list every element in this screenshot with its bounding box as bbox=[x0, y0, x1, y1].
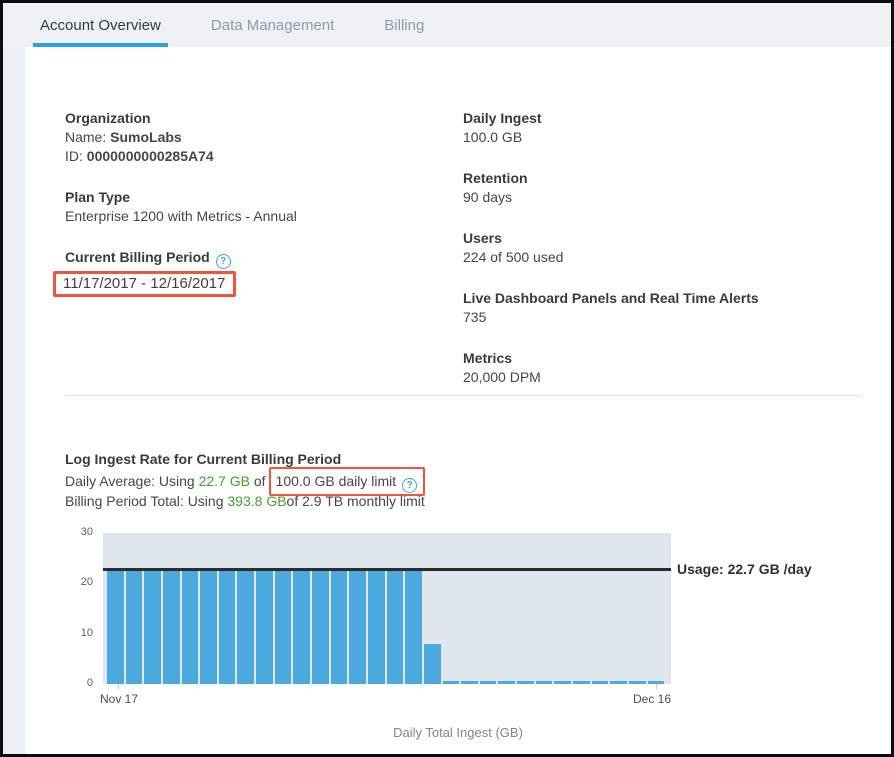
bar-nov-18 bbox=[126, 571, 143, 684]
stat-value: 100.0 GB bbox=[463, 128, 873, 147]
billing-period-heading: Current Billing Period? bbox=[65, 248, 435, 269]
stat-daily-ingest: Daily Ingest 100.0 GB bbox=[463, 109, 873, 147]
chart-axis-title: Daily Total Ingest (GB) bbox=[25, 725, 891, 740]
bar-nov-25 bbox=[256, 571, 273, 684]
bar-nov-28 bbox=[312, 571, 329, 684]
stat-heading: Retention bbox=[463, 169, 873, 188]
stat-users: Users 224 of 500 used bbox=[463, 229, 873, 267]
billing-period-value-highlighted: 11/17/2017 - 12/16/2017 bbox=[53, 271, 236, 297]
billing-total-line: Billing Period Total: Using 393.8 GBof 2… bbox=[65, 493, 425, 509]
help-icon[interactable]: ? bbox=[402, 478, 417, 493]
billing-period-block: Current Billing Period? 11/17/2017 - 12/… bbox=[65, 248, 435, 297]
org-id-value: 0000000000285A74 bbox=[87, 148, 214, 164]
bar-nov-29 bbox=[331, 571, 348, 684]
bar-dec-3 bbox=[405, 571, 422, 684]
org-name-value: SumoLabs bbox=[110, 129, 182, 145]
chart-bars bbox=[107, 533, 664, 684]
billing-total-used: 393.8 GB bbox=[227, 493, 286, 509]
tab-billing[interactable]: Billing bbox=[377, 3, 431, 47]
stat-value: 20,000 DPM bbox=[463, 368, 873, 387]
billing-period-heading-text: Current Billing Period bbox=[65, 249, 210, 265]
bar-dec-6 bbox=[461, 681, 478, 684]
bar-dec-14 bbox=[610, 681, 627, 684]
y-axis-tick-30: 30 bbox=[59, 526, 93, 538]
section-divider bbox=[65, 395, 861, 396]
content-card: Organization Name: SumoLabs ID: 00000000… bbox=[25, 47, 891, 754]
plan-type-value: Enterprise 1200 with Metrics - Annual bbox=[65, 207, 435, 226]
bar-dec-4 bbox=[424, 644, 441, 684]
daily-average-prefix: Daily Average: Using bbox=[65, 473, 199, 489]
y-axis-tick-0: 0 bbox=[59, 677, 93, 689]
bar-dec-10 bbox=[536, 681, 553, 684]
usage-line-label: Usage: 22.7 GB /day bbox=[677, 561, 812, 577]
account-info-column: Organization Name: SumoLabs ID: 00000000… bbox=[65, 109, 435, 319]
billing-total-suffix: of 2.9 TB monthly limit bbox=[287, 493, 425, 509]
plan-type-heading: Plan Type bbox=[65, 188, 435, 207]
bar-dec-11 bbox=[554, 681, 571, 684]
stat-retention: Retention 90 days bbox=[463, 169, 873, 207]
organization-heading: Organization bbox=[65, 109, 435, 128]
organization-block: Organization Name: SumoLabs ID: 00000000… bbox=[65, 109, 435, 166]
daily-limit-highlighted: 100.0 GB daily limit? bbox=[269, 467, 426, 496]
bar-nov-19 bbox=[144, 571, 161, 684]
bar-dec-1 bbox=[368, 571, 385, 684]
stat-metrics: Metrics 20,000 DPM bbox=[463, 349, 873, 387]
usage-stats-column: Daily Ingest 100.0 GB Retention 90 days … bbox=[463, 109, 873, 409]
y-axis-tick-10: 10 bbox=[59, 627, 93, 639]
daily-average-line: Daily Average: Using 22.7 GB of100.0 GB … bbox=[65, 467, 425, 496]
stat-heading: Daily Ingest bbox=[463, 109, 873, 128]
stat-heading: Users bbox=[463, 229, 873, 248]
bar-nov-26 bbox=[275, 571, 292, 684]
bar-nov-24 bbox=[237, 571, 254, 684]
usage-threshold-line bbox=[103, 568, 671, 571]
bar-nov-22 bbox=[200, 571, 217, 684]
bar-dec-13 bbox=[592, 681, 609, 684]
x-axis-tick-mark bbox=[118, 684, 119, 689]
stat-heading: Live Dashboard Panels and Real Time Aler… bbox=[463, 289, 873, 308]
bar-nov-30 bbox=[349, 571, 366, 684]
daily-average-used: 22.7 GB bbox=[199, 473, 250, 489]
x-axis-tick-mark bbox=[656, 684, 657, 689]
x-axis-label-end: Dec 16 bbox=[633, 692, 671, 706]
bar-nov-27 bbox=[293, 571, 310, 684]
bar-nov-21 bbox=[182, 571, 199, 684]
daily-average-connector: of bbox=[250, 473, 266, 489]
bar-nov-20 bbox=[163, 571, 180, 684]
stat-value: 735 bbox=[463, 308, 873, 327]
bar-dec-8 bbox=[498, 681, 515, 684]
stat-value: 224 of 500 used bbox=[463, 248, 873, 267]
bar-dec-15 bbox=[629, 681, 646, 684]
account-overview-page: Account Overview Data Management Billing… bbox=[0, 0, 894, 757]
tab-data-management[interactable]: Data Management bbox=[204, 3, 341, 47]
organization-name: Name: SumoLabs bbox=[65, 128, 435, 147]
bar-dec-9 bbox=[517, 681, 534, 684]
org-name-label: Name: bbox=[65, 129, 110, 145]
stat-live-dashboards: Live Dashboard Panels and Real Time Aler… bbox=[463, 289, 873, 327]
stat-heading: Metrics bbox=[463, 349, 873, 368]
help-icon[interactable]: ? bbox=[216, 254, 231, 269]
x-axis-label-start: Nov 17 bbox=[100, 692, 138, 706]
bar-dec-12 bbox=[573, 681, 590, 684]
tab-account-overview[interactable]: Account Overview bbox=[33, 3, 168, 47]
daily-limit-text: 100.0 GB daily limit bbox=[276, 473, 397, 489]
tab-bar: Account Overview Data Management Billing bbox=[3, 3, 891, 47]
billing-total-prefix: Billing Period Total: Using bbox=[65, 493, 227, 509]
stat-value: 90 days bbox=[463, 188, 873, 207]
plan-type-block: Plan Type Enterprise 1200 with Metrics -… bbox=[65, 188, 435, 226]
bar-dec-5 bbox=[443, 681, 460, 684]
bar-dec-2 bbox=[387, 571, 404, 684]
organization-id: ID: 0000000000285A74 bbox=[65, 147, 435, 166]
y-axis-tick-20: 20 bbox=[59, 576, 93, 588]
ingest-section-heading: Log Ingest Rate for Current Billing Peri… bbox=[65, 451, 341, 467]
bar-dec-7 bbox=[480, 681, 497, 684]
ingest-bar-chart bbox=[103, 533, 671, 684]
bar-nov-17 bbox=[107, 571, 124, 684]
org-id-label: ID: bbox=[65, 148, 87, 164]
bar-nov-23 bbox=[219, 571, 236, 684]
